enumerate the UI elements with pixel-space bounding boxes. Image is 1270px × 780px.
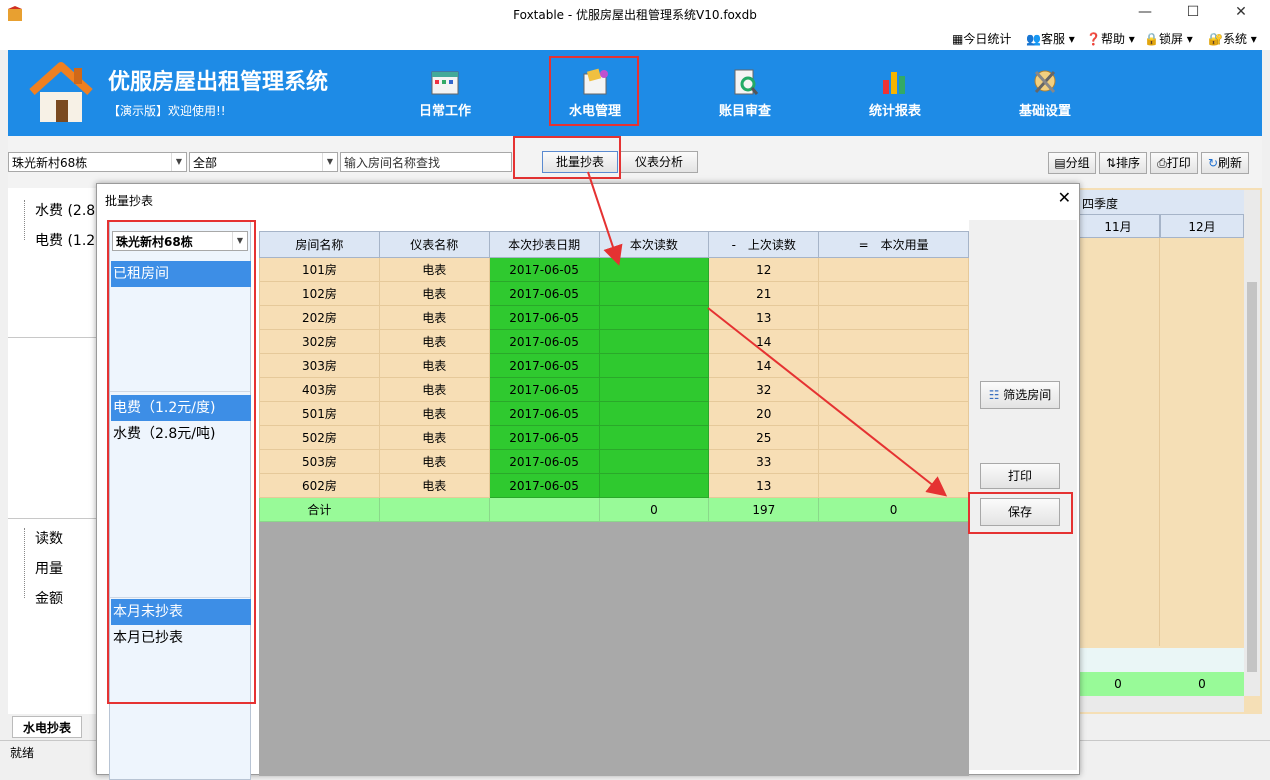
annotation-arrows [587,171,948,497]
arrow-to-save [707,307,948,497]
arrow-to-reading [587,171,623,266]
